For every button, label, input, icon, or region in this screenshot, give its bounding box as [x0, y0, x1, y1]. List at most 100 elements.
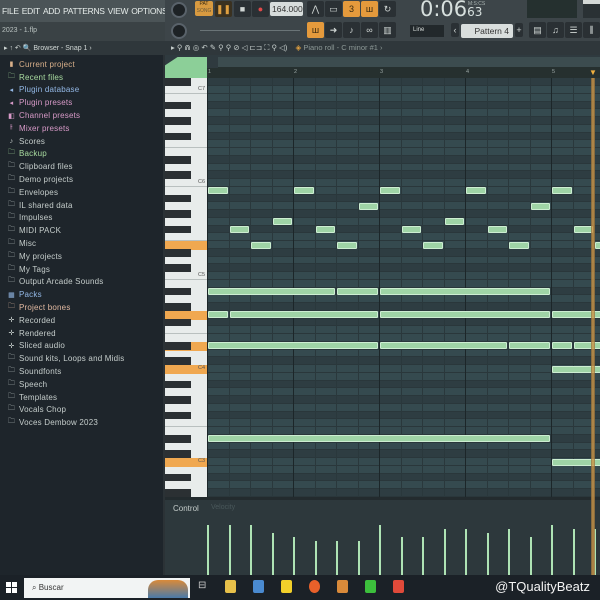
- browser-item[interactable]: ✛ Sliced audio: [0, 340, 163, 353]
- piano-key[interactable]: [165, 233, 207, 242]
- browser-item[interactable]: 🗀 Soundfonts: [0, 365, 163, 378]
- piano-key[interactable]: [165, 218, 207, 226]
- browser-item[interactable]: 🗀 My Tags: [0, 263, 163, 276]
- metronome-icon[interactable]: ⋀: [307, 1, 324, 17]
- note[interactable]: [208, 288, 335, 295]
- piano-key[interactable]: [165, 341, 191, 350]
- note[interactable]: [229, 226, 249, 233]
- pattern-overview[interactable]: [218, 57, 600, 68]
- browser-item[interactable]: 🗀 My projects: [0, 250, 163, 263]
- menu-patterns[interactable]: PATTERNS: [63, 6, 105, 16]
- browser-item[interactable]: ♪ Scores: [0, 135, 163, 148]
- menu-view[interactable]: VIEW: [108, 6, 129, 16]
- menu-add[interactable]: ADD: [43, 6, 60, 16]
- browser-item[interactable]: ◂ Plugin database: [0, 84, 163, 97]
- note[interactable]: [573, 342, 600, 350]
- note[interactable]: [380, 342, 507, 350]
- piano-key[interactable]: [165, 466, 207, 474]
- file-explorer-icon[interactable]: [225, 580, 236, 593]
- velocity-bar[interactable]: [336, 541, 338, 575]
- snap-select[interactable]: Line: [410, 25, 444, 37]
- browser-item[interactable]: 🗀 Vocals Chop: [0, 404, 163, 417]
- control-label[interactable]: Control: [173, 504, 199, 513]
- piano-roll-menu-icon[interactable]: ◈: [295, 43, 301, 52]
- piano-key[interactable]: [165, 248, 191, 257]
- piano-key[interactable]: [165, 350, 207, 358]
- note[interactable]: [380, 187, 400, 195]
- loop-record-icon[interactable]: ↻: [379, 1, 396, 17]
- master-volume-knob[interactable]: [171, 2, 187, 18]
- pattern-selector[interactable]: Pattern 4: [461, 24, 513, 38]
- piano-key[interactable]: [165, 295, 207, 303]
- piano-key[interactable]: [165, 171, 191, 180]
- piano-key[interactable]: [165, 326, 207, 335]
- note[interactable]: [337, 241, 357, 249]
- note[interactable]: [358, 202, 378, 210]
- piano-key[interactable]: [165, 187, 207, 195]
- velocity-bar[interactable]: [422, 537, 424, 575]
- velocity-bar[interactable]: [271, 533, 274, 575]
- piano-key[interactable]: [165, 280, 207, 288]
- browser-item[interactable]: 🗀 Envelopes: [0, 186, 163, 199]
- note[interactable]: [509, 342, 550, 350]
- piano-key[interactable]: [165, 334, 207, 342]
- master-pitch-slider[interactable]: [200, 30, 300, 31]
- note[interactable]: [208, 342, 378, 350]
- piano-key[interactable]: [165, 357, 191, 366]
- note[interactable]: [401, 226, 421, 233]
- task-view-icon[interactable]: ⊟: [198, 580, 209, 593]
- velocity-bar[interactable]: [400, 537, 403, 575]
- note[interactable]: [466, 187, 486, 195]
- browser-item[interactable]: 🗀 Recent files: [0, 71, 163, 84]
- stamp-icon[interactable]: ▥: [379, 22, 396, 38]
- windows-start-icon[interactable]: [6, 582, 17, 593]
- velocity-bar[interactable]: [551, 529, 553, 575]
- note[interactable]: [294, 187, 314, 195]
- browser-item[interactable]: 🗀 Speech: [0, 378, 163, 391]
- velocity-bar[interactable]: [314, 541, 317, 575]
- note[interactable]: [272, 218, 292, 226]
- piano-key[interactable]: [165, 450, 191, 459]
- menu-edit[interactable]: EDIT: [22, 6, 40, 16]
- piano-key[interactable]: [165, 396, 191, 404]
- fl-studio-icon[interactable]: [337, 580, 348, 593]
- browser-item[interactable]: 🗀 Voces Dembow 2023: [0, 416, 163, 429]
- velocity-lane[interactable]: [207, 500, 600, 575]
- piano-key[interactable]: [165, 419, 207, 428]
- note[interactable]: [380, 288, 550, 295]
- note[interactable]: [530, 202, 550, 210]
- browser-item[interactable]: 🗀 IL shared data: [0, 199, 163, 212]
- velocity-bar[interactable]: [293, 537, 295, 575]
- browser-item[interactable]: 🗀 Demo projects: [0, 173, 163, 186]
- browser-item[interactable]: 🗀 Templates: [0, 391, 163, 404]
- record-button[interactable]: ●: [252, 1, 269, 17]
- sticky-notes-icon[interactable]: [281, 580, 292, 593]
- note[interactable]: [509, 241, 529, 249]
- note[interactable]: [487, 226, 507, 233]
- velocity-bar[interactable]: [508, 529, 510, 575]
- note[interactable]: [208, 311, 228, 319]
- piano-key[interactable]: [165, 318, 191, 327]
- piano-keyboard[interactable]: C7 C6 C5 C4 C3: [165, 78, 207, 497]
- pattern-next-button[interactable]: +: [515, 23, 523, 37]
- browser-item[interactable]: ▮ Current project: [0, 58, 163, 71]
- piano-key[interactable]: [165, 473, 191, 482]
- note[interactable]: [208, 435, 550, 443]
- browser-item[interactable]: 🗀 Impulses: [0, 212, 163, 225]
- velocity-bar[interactable]: [228, 529, 231, 575]
- channel-rack-icon[interactable]: ☰: [565, 22, 582, 38]
- camtasia-red-icon[interactable]: [393, 580, 404, 593]
- velocity-bar[interactable]: [529, 537, 532, 575]
- arrow-icon[interactable]: ➜: [325, 22, 342, 38]
- piano-key[interactable]: [165, 140, 207, 149]
- playhead-marker-icon[interactable]: ▼: [589, 68, 597, 77]
- browser-item[interactable]: 🗀 Clipboard files: [0, 160, 163, 173]
- menu-options[interactable]: OPTIONS: [131, 6, 167, 16]
- piano-key[interactable]: [165, 132, 191, 141]
- piano-key[interactable]: [165, 427, 207, 435]
- browser-item[interactable]: 🗀 Output Arcade Sounds: [0, 276, 163, 289]
- browser-item[interactable]: 🗀 MIDI PACK: [0, 224, 163, 237]
- piano-key[interactable]: [165, 443, 207, 451]
- velocity-bar[interactable]: [250, 525, 252, 575]
- note[interactable]: [444, 218, 464, 226]
